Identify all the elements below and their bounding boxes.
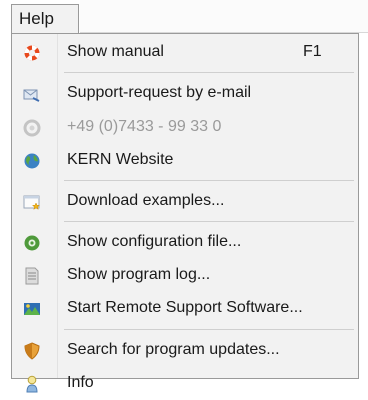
- menu-item-download-examples[interactable]: Download examples...: [12, 184, 358, 218]
- log-file-icon: [23, 267, 41, 285]
- download-star-icon: [23, 193, 41, 211]
- phone-icon: [23, 119, 41, 137]
- menu-item-label: Show manual: [67, 43, 164, 60]
- menu-item-label: Search for program updates...: [67, 341, 280, 358]
- menu-separator: [64, 329, 354, 330]
- menu-bar-background: [80, 0, 368, 33]
- help-dropdown-menu: Show manual F1 Support-request by e-mail…: [11, 33, 359, 393]
- lifebuoy-icon: [23, 44, 41, 62]
- menu-item-search-updates[interactable]: Search for program updates...: [12, 333, 358, 367]
- info-person-icon: [23, 375, 41, 393]
- menu-item-show-configuration-file[interactable]: Show configuration file...: [12, 225, 358, 259]
- menu-item-show-program-log[interactable]: Show program log...: [12, 258, 358, 292]
- menu-item-label: +49 (0)7433 - 99 33 0: [67, 118, 222, 135]
- menu-item-show-manual[interactable]: Show manual F1: [12, 35, 358, 69]
- config-file-icon: [23, 234, 41, 252]
- menu-bar: Help: [0, 0, 368, 34]
- menu-separator: [64, 72, 354, 73]
- menu-item-info[interactable]: Info: [12, 366, 358, 400]
- shortcut-label: F1: [303, 43, 322, 60]
- menu-item-phone: +49 (0)7433 - 99 33 0: [12, 110, 358, 144]
- menu-separator: [64, 180, 354, 181]
- menu-item-kern-website[interactable]: KERN Website: [12, 143, 358, 177]
- menu-item-support-request[interactable]: Support-request by e-mail: [12, 76, 358, 110]
- globe-icon: [23, 152, 41, 170]
- update-shield-icon: [23, 342, 41, 360]
- menu-item-label: Show program log...: [67, 266, 211, 283]
- mail-request-icon: [23, 85, 41, 103]
- help-menu-tab[interactable]: Help: [11, 4, 79, 34]
- menu-item-label: Show configuration file...: [67, 233, 242, 250]
- menu-item-label: Info: [67, 374, 94, 391]
- menu-item-label: Start Remote Support Software...: [67, 299, 303, 316]
- menu-item-label: Download examples...: [67, 192, 225, 209]
- remote-support-icon: [23, 300, 41, 318]
- menu-item-label: Support-request by e-mail: [67, 84, 252, 101]
- menu-item-start-remote-support[interactable]: Start Remote Support Software...: [12, 291, 358, 325]
- menu-separator: [64, 221, 354, 222]
- menu-item-label: KERN Website: [67, 151, 174, 168]
